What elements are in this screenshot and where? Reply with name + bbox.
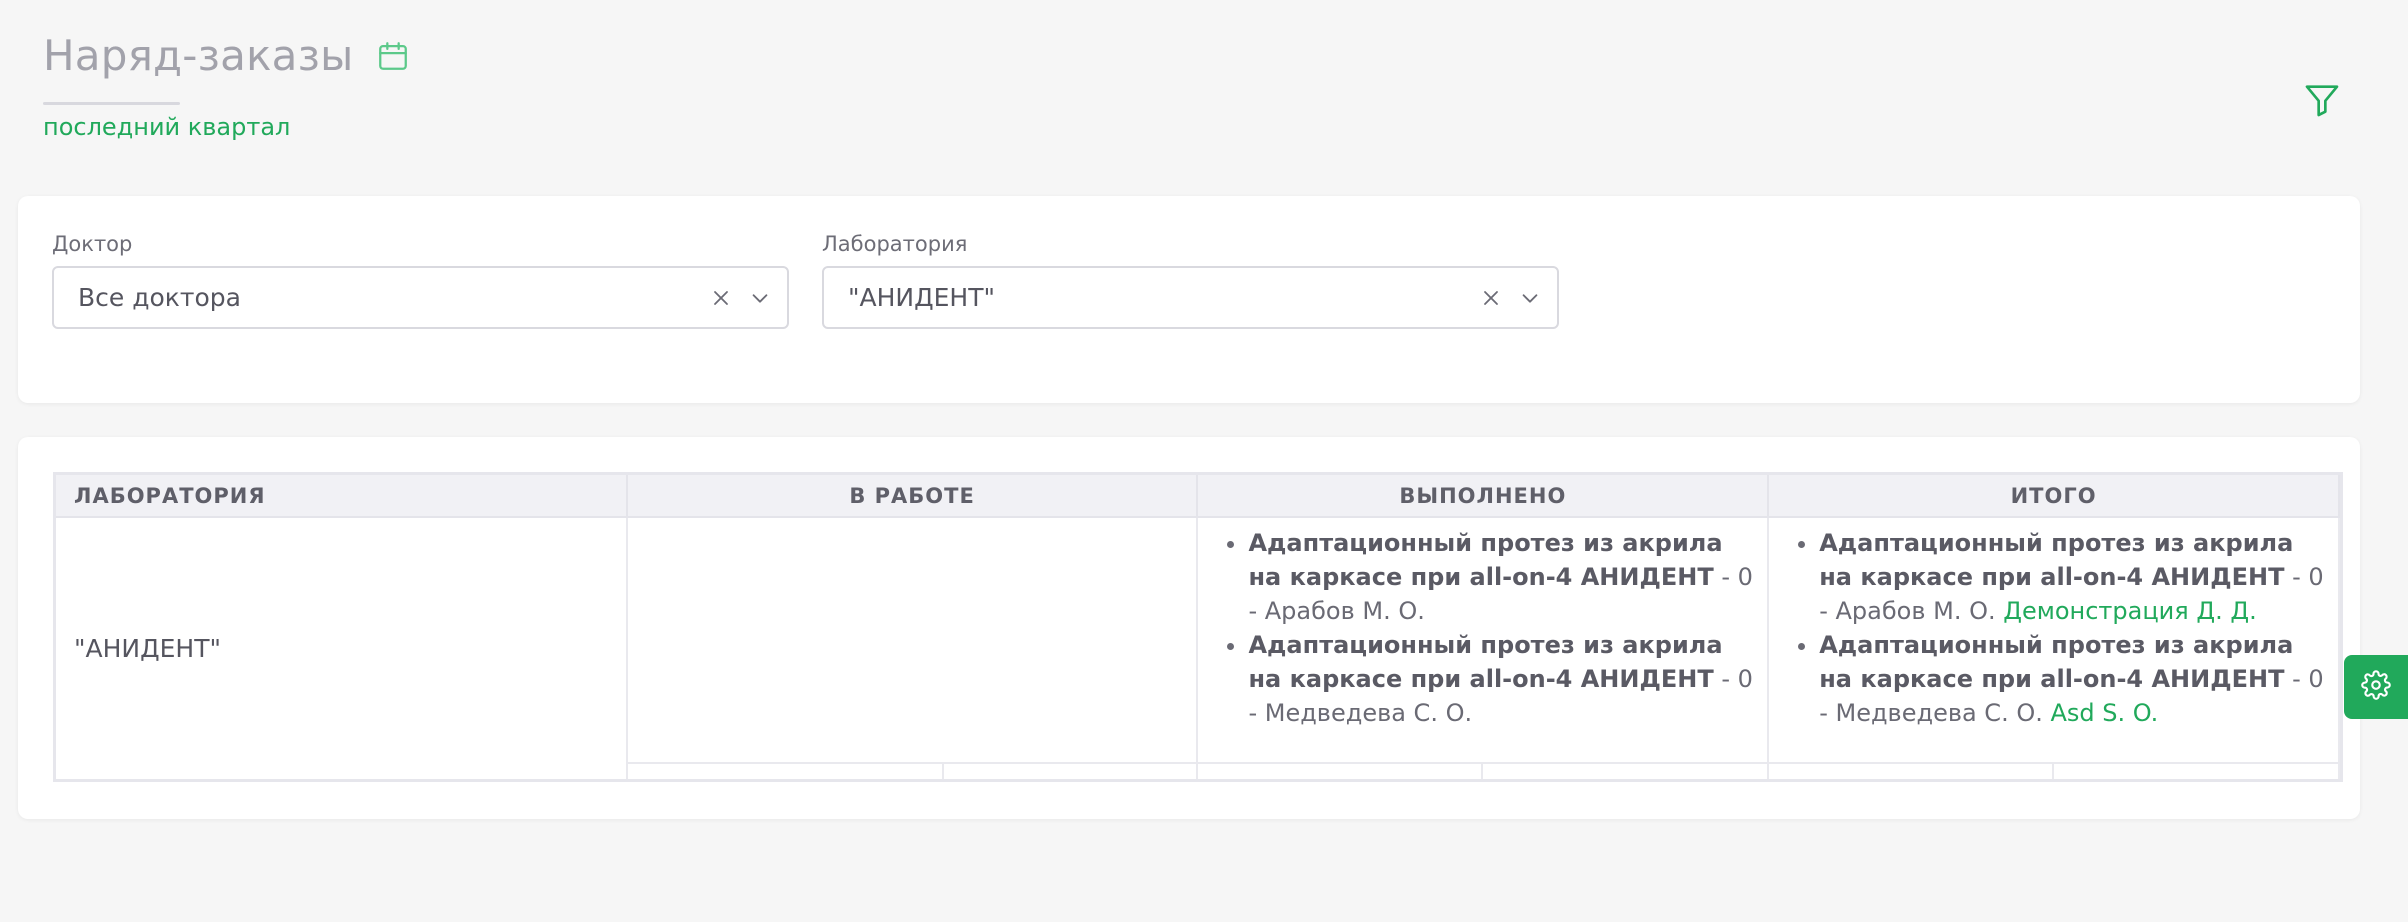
page-title: Наряд-заказы: [43, 31, 354, 80]
doctor-select-value: Все доктора: [78, 283, 241, 312]
title-row: Наряд-заказы: [43, 30, 410, 82]
gear-icon: [2361, 670, 2391, 704]
filters-card: Доктор Все доктора Лаборатория "АНИДЕНТ": [18, 196, 2360, 403]
filter-icon[interactable]: [2302, 80, 2342, 120]
subcell: [1482, 762, 1770, 779]
list-item: Адаптационный протез из акрила на каркас…: [1248, 628, 1753, 730]
page-header: Наряд-заказы последний квартал: [43, 30, 410, 141]
laboratory-field: Лаборатория "АНИДЕНТ": [822, 232, 1559, 329]
doctor-field: Доктор Все доктора: [52, 232, 789, 329]
subcell: [942, 762, 1199, 779]
column-header-laboratory[interactable]: ЛАБОРАТОРИЯ: [56, 475, 628, 518]
laboratory-select[interactable]: "АНИДЕНТ": [822, 266, 1559, 329]
subcell: [626, 762, 944, 779]
doctor-link[interactable]: Демонстрация Д. Д.: [2003, 597, 2257, 625]
period-link[interactable]: последний квартал: [43, 113, 410, 141]
subcell: [1768, 762, 2055, 779]
subcell: [1197, 762, 1484, 779]
table-header-row: ЛАБОРАТОРИЯ В РАБОТЕ ВЫПОЛНЕНО ИТОГО: [56, 475, 2340, 518]
total-cell: Адаптационный протез из акрила на каркас…: [1768, 517, 2340, 763]
table-row: "АНИДЕНТ" Адаптационный протез из акрила…: [56, 517, 2340, 779]
in-work-cell: [626, 517, 1199, 763]
column-header-done[interactable]: ВЫПОЛНЕНО: [1197, 475, 1770, 518]
chevron-down-icon[interactable]: [749, 287, 771, 309]
lab-name-cell: "АНИДЕНТ": [56, 517, 628, 779]
doctor-select[interactable]: Все доктора: [52, 266, 789, 329]
done-cell: Адаптационный протез из акрила на каркас…: [1197, 517, 1770, 763]
settings-button[interactable]: [2344, 655, 2408, 719]
close-icon[interactable]: [709, 286, 733, 310]
title-underline: [43, 102, 180, 105]
list-item: Адаптационный протез из акрила на каркас…: [1819, 526, 2324, 628]
column-header-in-work[interactable]: В РАБОТЕ: [626, 475, 1199, 518]
list-item: Адаптационный протез из акрила на каркас…: [1248, 526, 1753, 628]
table-card: ЛАБОРАТОРИЯ В РАБОТЕ ВЫПОЛНЕНО ИТОГО "АН…: [18, 437, 2360, 819]
calendar-icon[interactable]: [376, 39, 410, 73]
list-item: Адаптационный протез из акрила на каркас…: [1819, 628, 2324, 730]
doctor-label: Доктор: [52, 232, 133, 256]
chevron-down-icon[interactable]: [1519, 287, 1541, 309]
subcell: [2053, 762, 2340, 779]
orders-table: ЛАБОРАТОРИЯ В РАБОТЕ ВЫПОЛНЕНО ИТОГО "АН…: [53, 472, 2343, 782]
close-icon[interactable]: [1479, 286, 1503, 310]
laboratory-label: Лаборатория: [822, 232, 968, 256]
doctor-link[interactable]: Asd S. O.: [2050, 699, 2158, 727]
column-header-total[interactable]: ИТОГО: [1768, 475, 2340, 518]
laboratory-select-value: "АНИДЕНТ": [848, 283, 995, 312]
